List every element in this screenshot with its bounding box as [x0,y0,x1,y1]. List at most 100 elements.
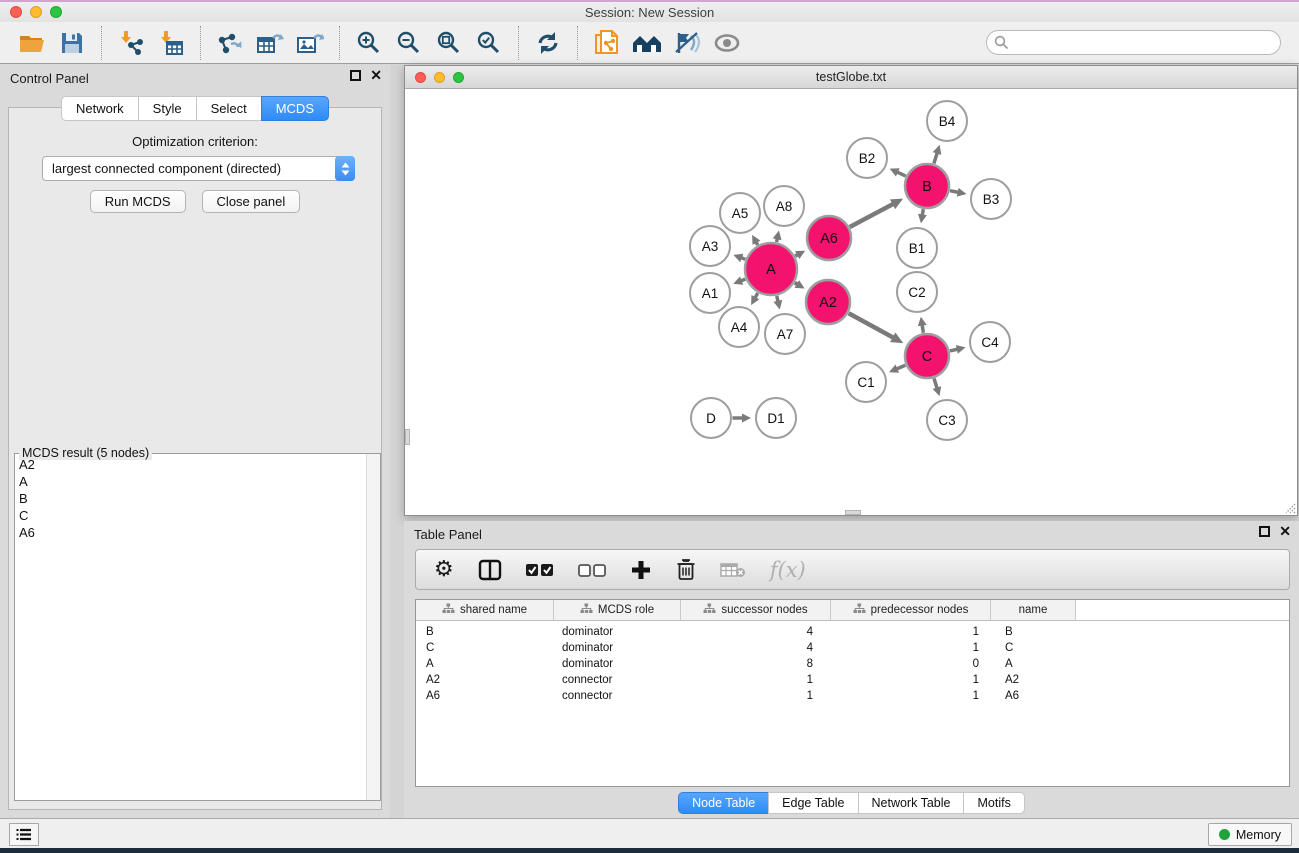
vertical-scroll-indicator[interactable] [405,429,410,445]
close-panel-button[interactable]: Close panel [202,190,301,213]
node-label-C4: C4 [981,335,999,350]
cell-successor-nodes: 1 [681,690,831,702]
apply-layout-icon[interactable] [528,26,568,60]
export-image-icon[interactable] [290,26,330,60]
edge-A6-B[interactable] [850,203,895,227]
show-panels-list-button[interactable] [9,823,39,846]
node-label-B: B [922,179,932,195]
tab-node-table[interactable]: Node Table [678,792,769,814]
tab-network[interactable]: Network [61,96,139,121]
hide-graphics-details-icon[interactable] [667,26,707,60]
node-table: shared nameMCDS rolesuccessor nodesprede… [415,599,1290,787]
cell-shared-name: C [416,642,554,654]
run-mcds-button[interactable]: Run MCDS [90,190,186,213]
delete-column-icon[interactable] [676,555,696,585]
show-graphics-details-icon[interactable] [707,26,747,60]
workspace: Control Panel ✕ NetworkStyleSelectMCDS O… [0,65,1299,818]
resize-grip[interactable] [1282,500,1296,514]
main-toolbar [0,22,1299,64]
criterion-dropdown-value: largest connected component (directed) [43,161,335,176]
new-network-file-icon[interactable] [587,26,627,60]
save-session-icon[interactable] [52,26,92,60]
table-row[interactable]: Cdominator41C [416,640,1289,656]
result-item[interactable]: A2 [15,456,366,473]
tab-style[interactable]: Style [138,96,197,121]
cell-name: B [991,626,1076,638]
node-label-C3: C3 [938,413,955,428]
cell-predecessor-nodes: 0 [831,658,991,670]
table-row[interactable]: Bdominator41B [416,624,1289,640]
function-builder-icon[interactable]: f(x) [770,555,806,585]
zoom-in-icon[interactable] [349,26,389,60]
export-network-icon[interactable] [210,26,250,60]
result-item[interactable]: B [15,490,366,507]
status-bar: Memory [0,818,1299,848]
mcds-result-box: MCDS result (5 nodes) A2ABCA6 [14,453,381,801]
network-window-titlebar[interactable]: testGlobe.txt [405,66,1297,89]
table-row[interactable]: Adominator80A [416,656,1289,672]
tab-network-table[interactable]: Network Table [858,792,965,814]
tab-select[interactable]: Select [196,96,262,121]
column-header-predecessor-nodes[interactable]: predecessor nodes [831,600,991,620]
zoom-out-icon[interactable] [389,26,429,60]
arrowhead-C-C3 [933,386,942,396]
cell-successor-nodes: 8 [681,658,831,670]
tab-edge-table[interactable]: Edge Table [768,792,858,814]
table-row[interactable]: A6connector11A6 [416,688,1289,704]
table-row[interactable]: A2connector11A2 [416,672,1289,688]
toolbar-separator [101,26,102,60]
float-table-panel-icon[interactable] [1259,526,1270,537]
cell-predecessor-nodes: 1 [831,642,991,654]
zoom-fit-icon[interactable] [429,26,469,60]
memory-button[interactable]: Memory [1208,823,1292,846]
cell-shared-name: A [416,658,554,670]
node-label-A: A [766,262,776,278]
result-list-scrollbar[interactable] [366,454,380,800]
arrowhead-A-A8 [773,230,782,240]
column-header-successor-nodes[interactable]: successor nodes [681,600,831,620]
select-all-checkboxes-icon[interactable] [526,555,554,585]
table-panel-tabs: Node TableEdge TableNetwork TableMotifs [404,792,1299,814]
export-table-icon[interactable] [250,26,290,60]
zoom-selected-icon[interactable] [469,26,509,60]
result-item[interactable]: A [15,473,366,490]
import-table-icon[interactable] [151,26,191,60]
tab-mcds[interactable]: MCDS [261,96,329,121]
network-canvas[interactable]: B4B2BB3A8A5A6A3B1AA1C2A2A4A7C4CC1C3DD1 [405,89,1297,515]
arrowhead-C-C4 [956,345,966,354]
deselect-all-checkboxes-icon[interactable] [578,555,606,585]
network-window-title: testGlobe.txt [405,70,1297,84]
column-header-MCDS-role[interactable]: MCDS role [554,600,681,620]
import-network-icon[interactable] [111,26,151,60]
horizontal-scroll-indicator[interactable] [845,510,861,515]
delete-table-icon[interactable] [720,555,746,585]
column-header-shared-name[interactable]: shared name [416,600,554,620]
arrowhead-C-C2 [918,317,927,327]
search-input[interactable] [986,30,1281,55]
cell-shared-name: B [416,626,554,638]
cell-predecessor-nodes: 1 [831,674,991,686]
edge-A2-C[interactable] [849,313,895,338]
criterion-dropdown[interactable]: largest connected component (directed) [42,156,355,181]
add-column-icon[interactable] [630,555,652,585]
float-panel-icon[interactable] [350,70,361,81]
result-item[interactable]: C [15,507,366,524]
mcds-result-list: A2ABCA6 [15,456,366,800]
node-label-C: C [922,349,932,365]
close-table-panel-icon[interactable]: ✕ [1279,526,1291,537]
close-panel-icon[interactable]: ✕ [370,70,382,81]
gear-icon[interactable]: ⚙ [434,555,454,585]
column-header-name[interactable]: name [991,600,1076,620]
result-item[interactable]: A6 [15,524,366,541]
memory-label: Memory [1236,828,1281,842]
node-label-C2: C2 [908,285,925,300]
tab-motifs[interactable]: Motifs [963,792,1024,814]
node-label-A3: A3 [702,239,719,254]
toolbar-separator [577,26,578,60]
cell-predecessor-nodes: 1 [831,626,991,638]
split-columns-icon[interactable] [478,555,502,585]
open-file-icon[interactable] [12,26,52,60]
table-panel: Table Panel ✕ ⚙ [404,521,1299,818]
cell-name: A2 [991,674,1076,686]
first-neighbors-icon[interactable] [627,26,667,60]
